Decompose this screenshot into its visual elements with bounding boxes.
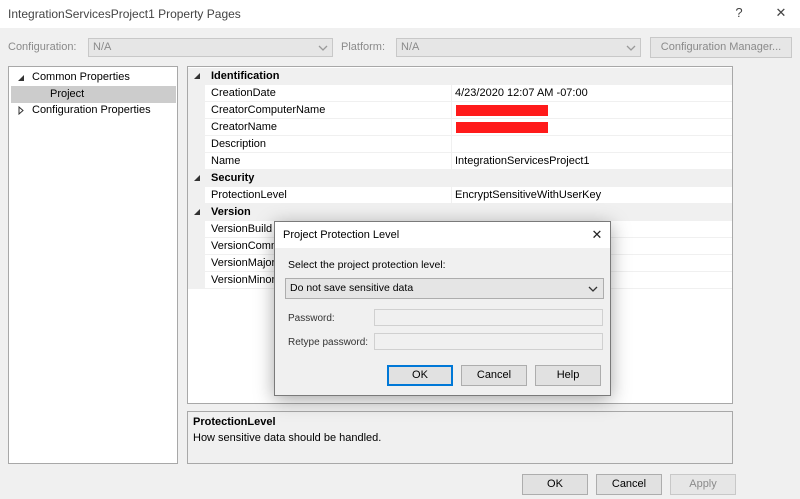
tree-item-label: Configuration Properties — [32, 104, 151, 116]
password-label: Password: — [288, 313, 335, 324]
chevron-down-icon — [626, 45, 636, 51]
expanded-triangle-icon — [18, 75, 24, 81]
category-label: Identification — [211, 70, 280, 82]
property-name: CreatorName — [211, 121, 278, 133]
protection-level-dialog: Project Protection Level ✕ Select the pr… — [274, 221, 611, 396]
dialog-title: Project Protection Level — [283, 229, 400, 241]
tree-item-common-properties[interactable]: Common Properties — [9, 69, 177, 86]
property-name: CreationDate — [211, 87, 276, 99]
category-label: Version — [211, 206, 251, 218]
property-name: VersionBuild — [211, 223, 273, 235]
property-name: Description — [211, 138, 267, 150]
redaction-mark — [456, 105, 548, 116]
description-pane: ProtectionLevel How sensitive data shoul… — [187, 411, 733, 464]
property-value: IntegrationServicesProject1 — [455, 155, 590, 167]
dialog-close-button[interactable]: ✕ — [587, 226, 607, 244]
property-row-description[interactable]: Description — [188, 136, 732, 153]
protection-level-value: Do not save sensitive data — [290, 282, 414, 294]
property-name: VersionMinor — [211, 274, 276, 286]
property-value: 4/23/2020 12:07 AM -07:00 — [455, 87, 588, 99]
configuration-label: Configuration: — [8, 41, 77, 53]
platform-combobox[interactable]: N/A — [396, 38, 641, 57]
description-text: How sensitive data should be handled. — [193, 432, 382, 444]
property-value: EncryptSensitiveWithUserKey — [455, 189, 602, 201]
property-name: VersionMajor — [211, 257, 276, 269]
cancel-button[interactable]: Cancel — [596, 474, 662, 495]
property-name: VersionComm — [211, 240, 281, 252]
property-name: ProtectionLevel — [211, 189, 287, 201]
description-title: ProtectionLevel — [193, 416, 276, 428]
dialog-prompt: Select the project protection level: — [288, 259, 446, 271]
close-button[interactable]: ✕ — [770, 3, 792, 23]
category-version[interactable]: Version — [188, 204, 732, 221]
window-title-bar: IntegrationServicesProject1 Property Pag… — [0, 0, 800, 28]
apply-button[interactable]: Apply — [670, 474, 736, 495]
retype-password-label: Retype password: — [288, 337, 369, 348]
help-button[interactable]: ? — [728, 3, 750, 23]
category-security[interactable]: Security — [188, 170, 732, 187]
expanded-triangle-icon — [194, 175, 200, 181]
window-title: IntegrationServicesProject1 Property Pag… — [8, 7, 241, 21]
platform-value: N/A — [401, 41, 420, 53]
property-name: CreatorComputerName — [211, 104, 326, 116]
dialog-ok-button[interactable]: OK — [387, 365, 453, 386]
platform-label: Platform: — [341, 41, 386, 53]
property-tree: Common Properties Project Configuration … — [8, 66, 178, 464]
retype-password-field[interactable] — [374, 333, 603, 350]
configuration-combobox[interactable]: N/A — [88, 38, 333, 57]
property-row-creator-computer-name[interactable]: CreatorComputerName — [188, 102, 732, 119]
tree-item-label: Common Properties — [32, 71, 130, 83]
property-name: Name — [211, 155, 241, 167]
tree-item-label: Project — [50, 88, 85, 100]
dialog-cancel-button[interactable]: Cancel — [461, 365, 527, 386]
ok-button[interactable]: OK — [522, 474, 588, 495]
redaction-mark — [456, 122, 548, 133]
tree-item-configuration-properties[interactable]: Configuration Properties — [9, 102, 177, 119]
chevron-down-icon — [588, 286, 598, 292]
property-row-creation-date[interactable]: CreationDate 4/23/2020 12:07 AM -07:00 — [188, 85, 732, 102]
password-field[interactable] — [374, 309, 603, 326]
expanded-triangle-icon — [194, 209, 200, 215]
property-row-name[interactable]: Name IntegrationServicesProject1 — [188, 153, 732, 170]
collapsed-triangle-icon — [18, 106, 24, 115]
property-row-protection-level[interactable]: ProtectionLevel EncryptSensitiveWithUser… — [188, 187, 732, 204]
dialog-help-button[interactable]: Help — [535, 365, 601, 386]
configuration-value: N/A — [93, 41, 112, 53]
expanded-triangle-icon — [194, 73, 200, 79]
chevron-down-icon — [318, 45, 328, 51]
category-identification[interactable]: Identification — [188, 68, 732, 85]
dialog-title-bar: Project Protection Level ✕ — [275, 222, 610, 248]
tree-item-project[interactable]: Project — [11, 86, 176, 103]
category-label: Security — [211, 172, 255, 184]
configuration-manager-button[interactable]: Configuration Manager... — [650, 37, 792, 58]
protection-level-select[interactable]: Do not save sensitive data — [285, 278, 604, 299]
property-row-creator-name[interactable]: CreatorName — [188, 119, 732, 136]
